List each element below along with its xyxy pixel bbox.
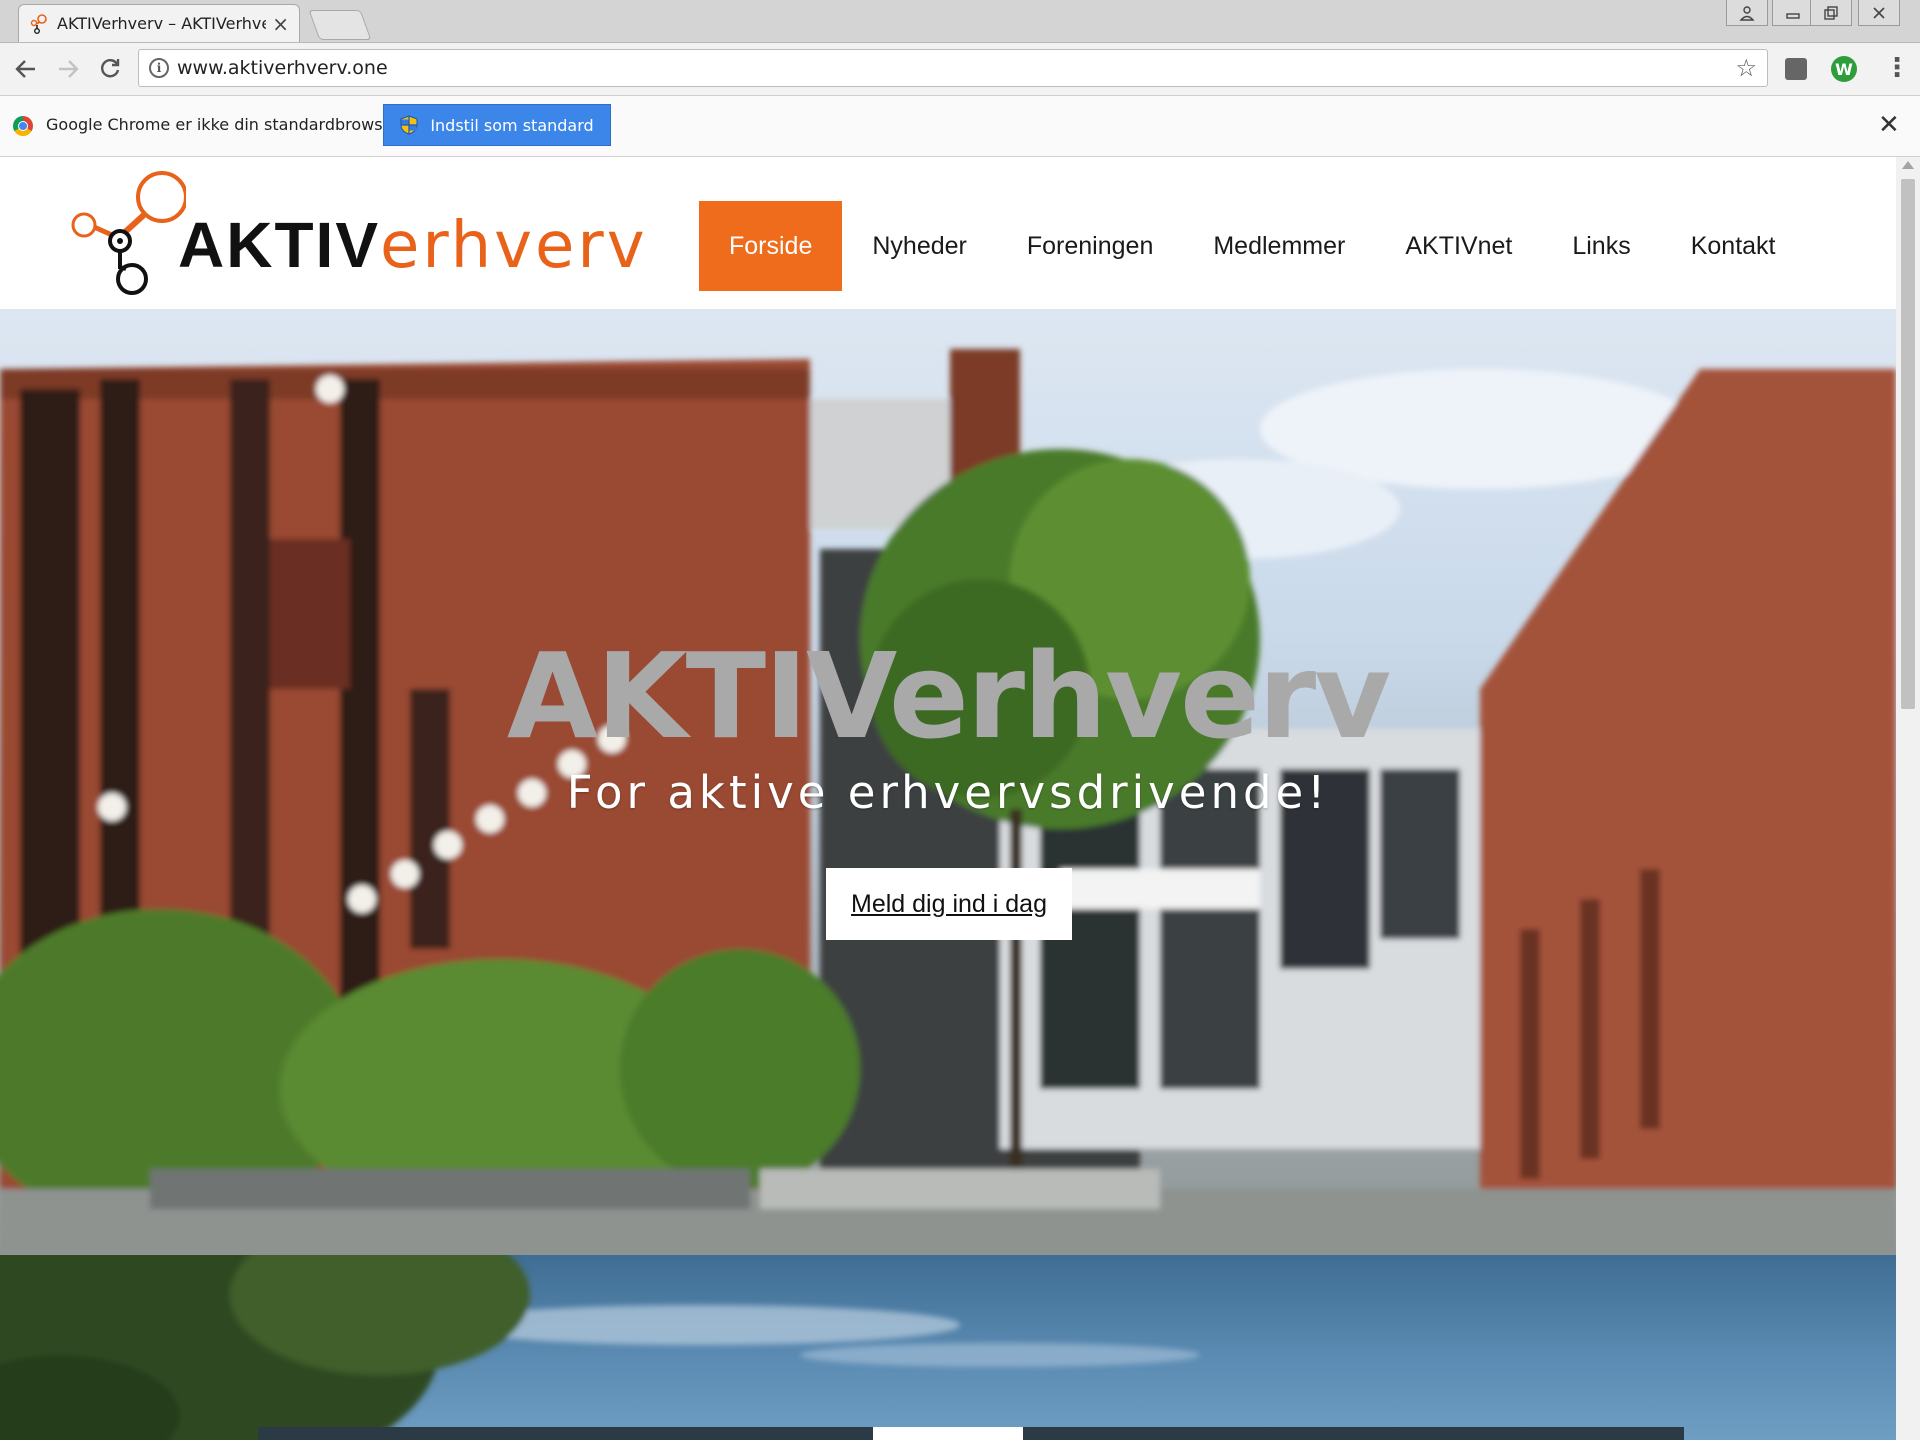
scrollbar-thumb[interactable] bbox=[1901, 179, 1915, 709]
page-scrollbar[interactable] bbox=[1896, 157, 1920, 1440]
logo-wordmark: AKTIVerhverv bbox=[178, 213, 648, 278]
nav-item-medlemmer[interactable]: Medlemmer bbox=[1183, 201, 1375, 291]
hero-subtitle: For aktive erhvervsdrivende! bbox=[566, 766, 1330, 819]
join-today-button[interactable]: Meld dig ind i dag bbox=[826, 868, 1072, 940]
default-browser-infobar: Google Chrome er ikke din standardbrowse… bbox=[0, 96, 1920, 157]
site-header: AKTIVerhverv Forside Nyheder Foreningen … bbox=[0, 157, 1896, 309]
site-info-icon[interactable]: i bbox=[149, 58, 169, 78]
logo-text-erhverv: erhverv bbox=[380, 209, 648, 283]
browser-toolbar: i www.aktiverhverv.one ☆ W ⋮ bbox=[0, 43, 1920, 96]
chrome-logo-icon bbox=[13, 116, 33, 136]
logo-text-aktiv: AKTIV bbox=[178, 209, 380, 281]
star-icon[interactable]: ☆ bbox=[1735, 54, 1757, 82]
forward-arrow-icon[interactable] bbox=[52, 53, 84, 85]
set-default-button[interactable]: Indstil som standard bbox=[383, 104, 611, 146]
new-tab-button[interactable] bbox=[308, 10, 372, 40]
back-arrow-icon[interactable] bbox=[10, 53, 42, 85]
shield-icon bbox=[400, 115, 418, 135]
hero-title: AKTIVerhverv bbox=[506, 627, 1391, 765]
infobar-message: Google Chrome er ikke din standardbrowse… bbox=[46, 115, 403, 134]
tab-title: AKTIVerhverv – AKTIVerhverv bbox=[57, 14, 267, 33]
hero-section: AKTIVerhverv For aktive erhvervsdrivende… bbox=[0, 309, 1896, 1255]
nav-item-kontakt[interactable]: Kontakt bbox=[1661, 201, 1806, 291]
main-navigation: Forside Nyheder Foreningen Medlemmer AKT… bbox=[699, 201, 1806, 291]
nav-item-nyheder[interactable]: Nyheder bbox=[842, 201, 997, 291]
site-logo[interactable]: AKTIVerhverv bbox=[66, 169, 645, 299]
set-default-label: Indstil som standard bbox=[430, 115, 594, 135]
section-banner-tab[interactable] bbox=[873, 1427, 1023, 1440]
profile-icon[interactable] bbox=[1726, 0, 1768, 26]
extension-icon[interactable] bbox=[1782, 55, 1810, 83]
minimize-icon[interactable] bbox=[1772, 0, 1814, 26]
reload-icon[interactable] bbox=[94, 53, 126, 85]
page-viewport: AKTIVerhverv Forside Nyheder Foreningen … bbox=[0, 157, 1896, 1440]
logo-molecule-icon bbox=[71, 171, 186, 295]
address-bar[interactable]: i www.aktiverhverv.one ☆ bbox=[138, 49, 1768, 87]
scroll-up-arrow-icon[interactable] bbox=[1902, 161, 1914, 169]
infobar-close-icon[interactable]: ✕ bbox=[1878, 110, 1900, 140]
kebab-menu-icon[interactable]: ⋮ bbox=[1884, 53, 1910, 83]
second-section bbox=[0, 1255, 1896, 1440]
tab-close-icon[interactable]: × bbox=[272, 14, 289, 34]
nav-item-aktivnet[interactable]: AKTIVnet bbox=[1375, 201, 1542, 291]
site-favicon-icon bbox=[30, 13, 47, 34]
w-extension-icon[interactable]: W bbox=[1830, 55, 1858, 83]
restore-icon[interactable] bbox=[1810, 0, 1852, 26]
window-close-icon[interactable] bbox=[1858, 0, 1900, 26]
browser-tab[interactable]: AKTIVerhverv – AKTIVerhverv × bbox=[18, 4, 300, 42]
nav-item-links[interactable]: Links bbox=[1542, 201, 1660, 291]
nav-item-foreningen[interactable]: Foreningen bbox=[997, 201, 1183, 291]
tab-strip: AKTIVerhverv – AKTIVerhverv × bbox=[0, 0, 1920, 43]
url-text[interactable]: www.aktiverhverv.one bbox=[177, 57, 1735, 79]
nav-item-forside[interactable]: Forside bbox=[699, 201, 843, 291]
sky-tree-background-image bbox=[0, 1255, 1200, 1440]
